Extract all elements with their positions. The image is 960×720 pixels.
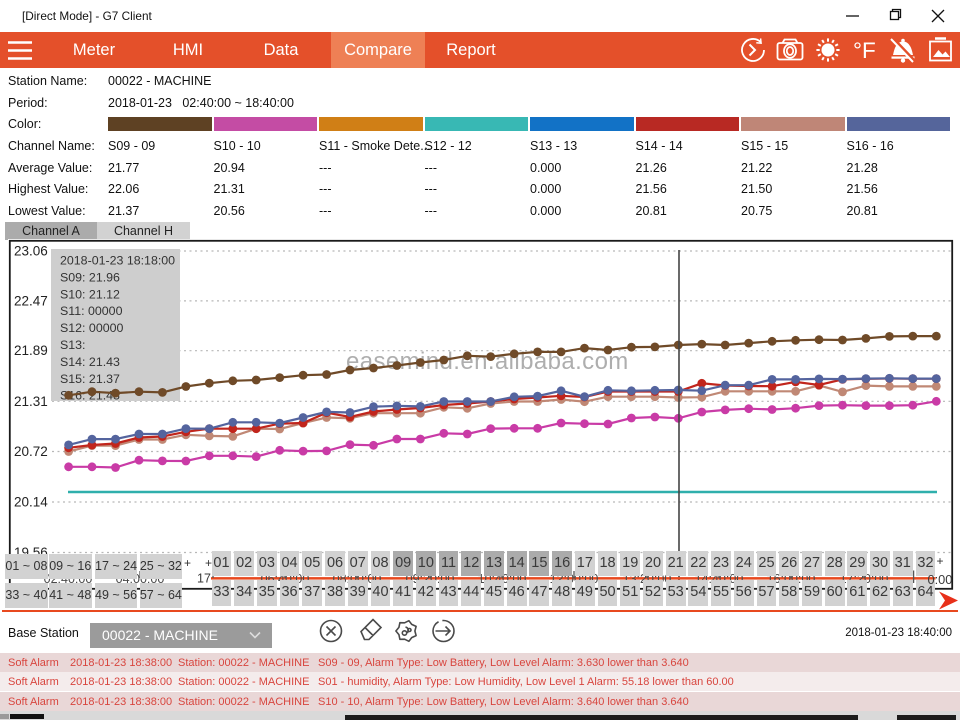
svg-text:+: + <box>184 556 191 570</box>
svg-text:17: 17 <box>197 572 211 586</box>
svg-text:21.89: 21.89 <box>14 343 48 358</box>
svg-text:+: + <box>937 554 944 568</box>
svg-text:23.06: 23.06 <box>14 244 48 259</box>
svg-text:S13:: S13: <box>60 338 86 352</box>
svg-text:S11: 00000: S11: 00000 <box>60 304 123 318</box>
svg-text:S09: 21.96: S09: 21.96 <box>60 270 120 284</box>
svg-text:S15: 21.37: S15: 21.37 <box>60 372 120 386</box>
svg-text:S10: 21.12: S10: 21.12 <box>60 287 120 301</box>
svg-text:S14: 21.43: S14: 21.43 <box>60 355 120 369</box>
svg-text:22.47: 22.47 <box>14 293 48 308</box>
svg-text:2018-01-23 18:18:00: 2018-01-23 18:18:00 <box>60 254 175 268</box>
svg-text:20.72: 20.72 <box>14 444 48 459</box>
svg-text:S12: 00000: S12: 00000 <box>60 321 123 335</box>
svg-text:20.14: 20.14 <box>14 495 48 510</box>
svg-text:21.31: 21.31 <box>14 394 48 409</box>
